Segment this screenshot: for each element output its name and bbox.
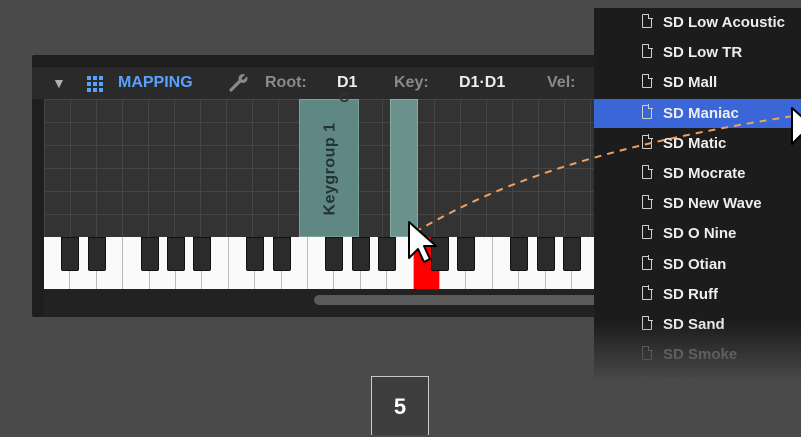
sample-item-selected[interactable]: SD Maniac [594, 98, 801, 128]
sample-item[interactable]: SD Otian [594, 250, 801, 279]
keyboard-scrollbar[interactable] [314, 295, 602, 305]
sample-item-label: SD Otian [663, 255, 727, 273]
black-key[interactable] [272, 237, 291, 271]
wrench-icon[interactable] [228, 73, 250, 93]
keygroup-label: Keygroup 1 [321, 122, 339, 216]
black-key[interactable] [193, 237, 212, 271]
key-label: Key: [394, 74, 429, 91]
sample-item-label: SD Mall [663, 74, 718, 92]
key-range-value[interactable]: D1·D1 [459, 67, 505, 99]
sample-item-label: SD Maniac [663, 104, 739, 122]
keyboard-scrollbar-track [44, 289, 602, 317]
collapse-arrow-icon[interactable]: ▼ [52, 67, 66, 99]
sample-item[interactable]: SD Low TR [594, 38, 801, 67]
sample-item[interactable]: SD Mall [594, 68, 801, 97]
black-key[interactable] [167, 237, 185, 271]
sample-item-label: SD Ruff [663, 285, 718, 303]
list-fade [594, 322, 801, 382]
file-icon [642, 285, 653, 300]
keygroup-drop-zone[interactable] [390, 99, 418, 237]
keygroup-1-zone[interactable]: Keygroup 1 [299, 99, 359, 237]
black-key[interactable] [246, 237, 265, 271]
black-key[interactable] [140, 237, 159, 271]
sample-browser-list[interactable]: SD Low Acoustic SD Low TR SD Mall SD Maniac… [594, 8, 801, 382]
black-key[interactable] [563, 237, 581, 271]
file-icon [642, 13, 653, 28]
sample-item-label: SD O Nine [663, 225, 737, 243]
sample-item-label: SD New Wave [663, 195, 762, 213]
mapping-header: ▼ MAPPING Root: D1 Key: D1·D1 Vel: [32, 67, 602, 99]
octave-marker: C [339, 89, 350, 105]
black-key[interactable] [87, 237, 106, 271]
sample-item[interactable]: SD New Wave [594, 189, 801, 218]
step-number-badge: 5 [371, 376, 429, 435]
file-icon [642, 164, 653, 179]
sample-item[interactable]: SD Low Acoustic [594, 8, 801, 37]
sample-item[interactable]: SD O Nine [594, 219, 801, 248]
black-key[interactable] [325, 237, 344, 271]
black-key[interactable] [378, 237, 397, 271]
file-icon [642, 134, 653, 149]
file-icon [642, 224, 653, 240]
black-key[interactable] [351, 237, 370, 271]
grid-icon[interactable] [87, 76, 103, 92]
black-key[interactable] [536, 237, 555, 271]
black-key[interactable] [457, 237, 476, 271]
velocity-label: Vel: [547, 74, 576, 91]
sample-item-label: SD Matic [663, 134, 727, 152]
sample-item-label: SD Low Acoustic [663, 14, 785, 31]
screenshot-stage: ▼ MAPPING Root: D1 Key: D1·D1 Vel: Keygr… [0, 0, 801, 435]
piano-keyboard[interactable] [44, 237, 602, 289]
black-key[interactable] [510, 237, 529, 271]
file-icon [642, 255, 653, 270]
root-label: Root: [265, 74, 307, 91]
sample-item-label: SD Low TR [663, 44, 743, 62]
mapping-panel: ▼ MAPPING Root: D1 Key: D1·D1 Vel: Keygr… [32, 55, 602, 317]
sample-item[interactable]: SD Matic [594, 129, 801, 158]
file-icon [642, 73, 653, 89]
file-icon [642, 194, 653, 210]
sample-item-label: SD Mocrate [663, 165, 746, 182]
mapping-title[interactable]: MAPPING [118, 67, 193, 99]
file-icon [642, 43, 653, 59]
black-key[interactable] [431, 237, 449, 271]
sample-item[interactable]: SD Mocrate [594, 159, 801, 188]
black-key[interactable] [61, 237, 80, 271]
sample-item[interactable]: SD Ruff [594, 280, 801, 309]
file-icon [642, 104, 653, 119]
